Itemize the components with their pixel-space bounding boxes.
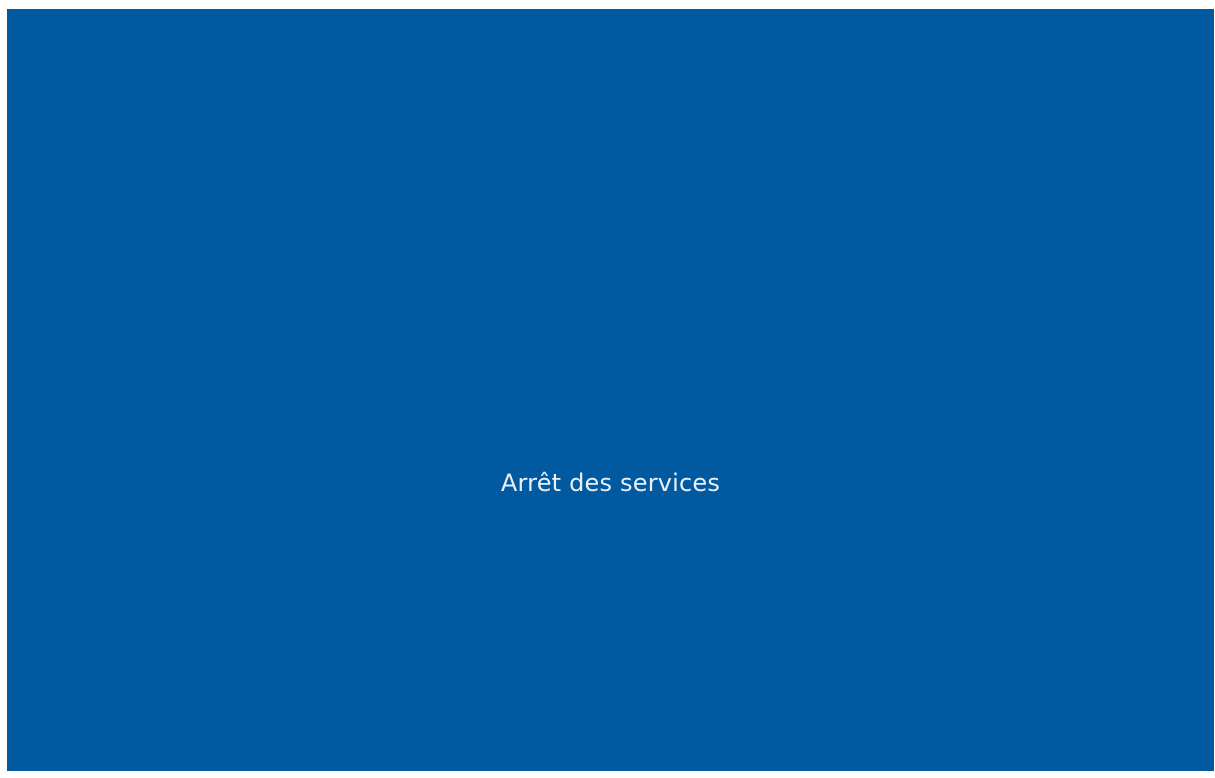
shutdown-screen: Arrêt des services (7, 9, 1214, 771)
status-message: Arrêt des services (500, 469, 721, 497)
